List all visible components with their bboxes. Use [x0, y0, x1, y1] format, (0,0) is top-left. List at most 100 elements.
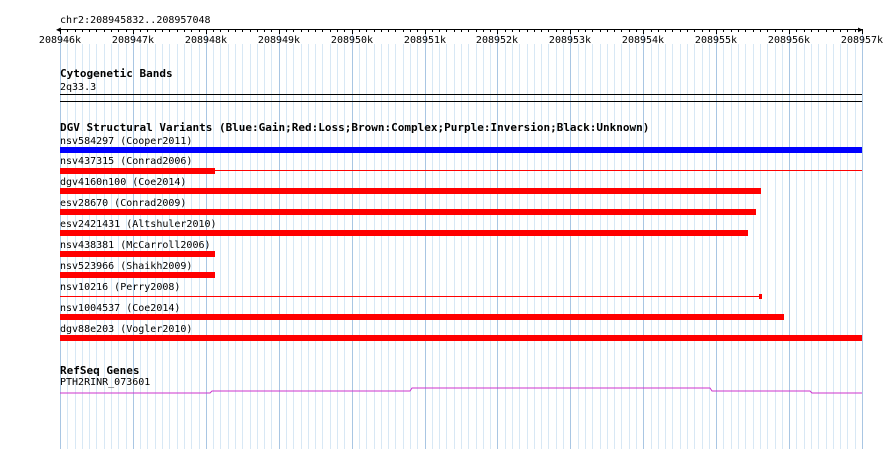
- locus-label: chr2:208945832..208957048: [60, 15, 211, 26]
- ruler-minor-tick: [782, 29, 783, 32]
- ruler-tick-label: 208955k: [694, 35, 738, 46]
- ruler-minor-tick: [760, 29, 761, 32]
- ruler-minor-tick: [308, 29, 309, 32]
- ruler-minor-tick: [658, 29, 659, 32]
- ruler-minor-tick: [592, 29, 593, 32]
- variant-bar-nsv438381[interactable]: [60, 251, 215, 257]
- ruler-minor-tick: [548, 29, 549, 32]
- ruler-tick-label: 208954k: [621, 35, 665, 46]
- ruler-minor-tick: [82, 29, 83, 32]
- ruler-tick-label: 208952k: [475, 35, 519, 46]
- ruler-tick: [570, 29, 571, 34]
- ruler-minor-tick: [140, 29, 141, 32]
- variant-bar-esv2421431[interactable]: [60, 230, 748, 236]
- ruler-minor-tick: [104, 29, 105, 32]
- ruler-minor-tick: [366, 29, 367, 32]
- ruler-minor-tick: [600, 29, 601, 32]
- ruler-minor-tick: [614, 29, 615, 32]
- dgv-track-title: DGV Structural Variants (Blue:Gain;Red:L…: [60, 121, 650, 134]
- ruler-minor-tick: [330, 29, 331, 32]
- ruler-minor-tick: [541, 29, 542, 32]
- ruler-minor-tick: [476, 29, 477, 32]
- ruler-minor-tick: [111, 29, 112, 32]
- ruler-tick-label: 208948k: [184, 35, 228, 46]
- ruler-tick-label: 208956k: [767, 35, 811, 46]
- variant-label-nsv523966[interactable]: nsv523966 (Shaikh2009): [60, 261, 192, 272]
- ruler-minor-tick: [213, 29, 214, 32]
- variant-label-nsv438381[interactable]: nsv438381 (McCarroll2006): [60, 240, 211, 251]
- ruler-minor-tick: [381, 29, 382, 32]
- ruler-tick: [862, 29, 863, 34]
- ruler-minor-tick: [75, 29, 76, 32]
- ruler-minor-tick: [155, 29, 156, 32]
- ruler-minor-tick: [454, 29, 455, 32]
- ruler-minor-tick: [687, 29, 688, 32]
- variant-label-dgv88e203[interactable]: dgv88e203 (Vogler2010): [60, 324, 192, 335]
- ruler-tick-label: 208957k: [840, 35, 884, 46]
- ruler-minor-tick: [796, 29, 797, 32]
- ruler-minor-tick: [410, 29, 411, 32]
- variant-label-nsv584297[interactable]: nsv584297 (Cooper2011): [60, 136, 192, 147]
- variant-label-nsv10216[interactable]: nsv10216 (Perry2008): [60, 282, 180, 293]
- ruler-minor-tick: [417, 29, 418, 32]
- variant-bar-nsv584297[interactable]: [60, 147, 862, 153]
- ruler-tick-label: 208951k: [403, 35, 447, 46]
- variant-label-nsv1004537[interactable]: nsv1004537 (Coe2014): [60, 303, 180, 314]
- ruler-minor-tick: [855, 29, 856, 32]
- variant-label-dgv4160n100[interactable]: dgv4160n100 (Coe2014): [60, 177, 186, 188]
- ruler-minor-tick: [818, 29, 819, 32]
- ruler-minor-tick: [804, 29, 805, 32]
- ruler-tick: [497, 29, 498, 34]
- ruler-tick-label: 208949k: [257, 35, 301, 46]
- ruler-tick: [352, 29, 353, 34]
- ruler-minor-tick: [228, 29, 229, 32]
- ruler-minor-tick: [636, 29, 637, 32]
- ruler-minor-tick: [556, 29, 557, 32]
- ruler-minor-tick: [840, 29, 841, 32]
- ruler-minor-tick: [694, 29, 695, 32]
- ruler-minor-tick: [578, 29, 579, 32]
- ruler-minor-tick: [490, 29, 491, 32]
- ruler-minor-tick: [607, 29, 608, 32]
- variant-bar-esv28670[interactable]: [60, 209, 756, 215]
- variant-label-nsv437315[interactable]: nsv437315 (Conrad2006): [60, 156, 192, 167]
- ruler-tick-label: 208953k: [548, 35, 592, 46]
- ruler-minor-tick: [585, 29, 586, 32]
- ruler-minor-tick: [833, 29, 834, 32]
- ruler-minor-tick: [126, 29, 127, 32]
- ruler-minor-tick: [147, 29, 148, 32]
- ruler-minor-tick: [461, 29, 462, 32]
- refseq-gene-feature[interactable]: [60, 385, 862, 397]
- ruler-minor-tick: [89, 29, 90, 32]
- ruler-minor-tick: [745, 29, 746, 32]
- variant-bar-nsv437315[interactable]: [60, 168, 215, 174]
- ruler-minor-tick: [395, 29, 396, 32]
- variant-bar-nsv1004537[interactable]: [60, 314, 784, 320]
- variant-label-esv28670[interactable]: esv28670 (Conrad2009): [60, 198, 186, 209]
- ruler-minor-tick: [271, 29, 272, 32]
- ruler-minor-tick: [293, 29, 294, 32]
- cyto-band-line-top: [60, 94, 862, 95]
- ruler-tick: [789, 29, 790, 34]
- variant-bar-nsv523966[interactable]: [60, 272, 215, 278]
- variant-line-nsv10216[interactable]: [60, 296, 761, 297]
- variant-bar-dgv88e203[interactable]: [60, 335, 862, 341]
- ruler-minor-tick: [563, 29, 564, 32]
- ruler-minor-tick: [235, 29, 236, 32]
- ruler-minor-tick: [264, 29, 265, 32]
- variant-label-esv2421431[interactable]: esv2421431 (Altshuler2010): [60, 219, 217, 230]
- ruler-minor-tick: [191, 29, 192, 32]
- ruler-minor-tick: [286, 29, 287, 32]
- variant-bar-dgv4160n100[interactable]: [60, 188, 761, 194]
- ruler-tick: [60, 29, 61, 34]
- ruler-minor-tick: [374, 29, 375, 32]
- ruler-minor-tick: [723, 29, 724, 32]
- ruler-minor-tick: [446, 29, 447, 32]
- variant-tick-nsv10216: [759, 294, 762, 299]
- ruler-minor-tick: [680, 29, 681, 32]
- ruler-tick: [206, 29, 207, 34]
- refseq-track-title: RefSeq Genes: [60, 364, 140, 377]
- ruler-minor-tick: [257, 29, 258, 32]
- ruler-minor-tick: [512, 29, 513, 32]
- ruler-minor-tick: [162, 29, 163, 32]
